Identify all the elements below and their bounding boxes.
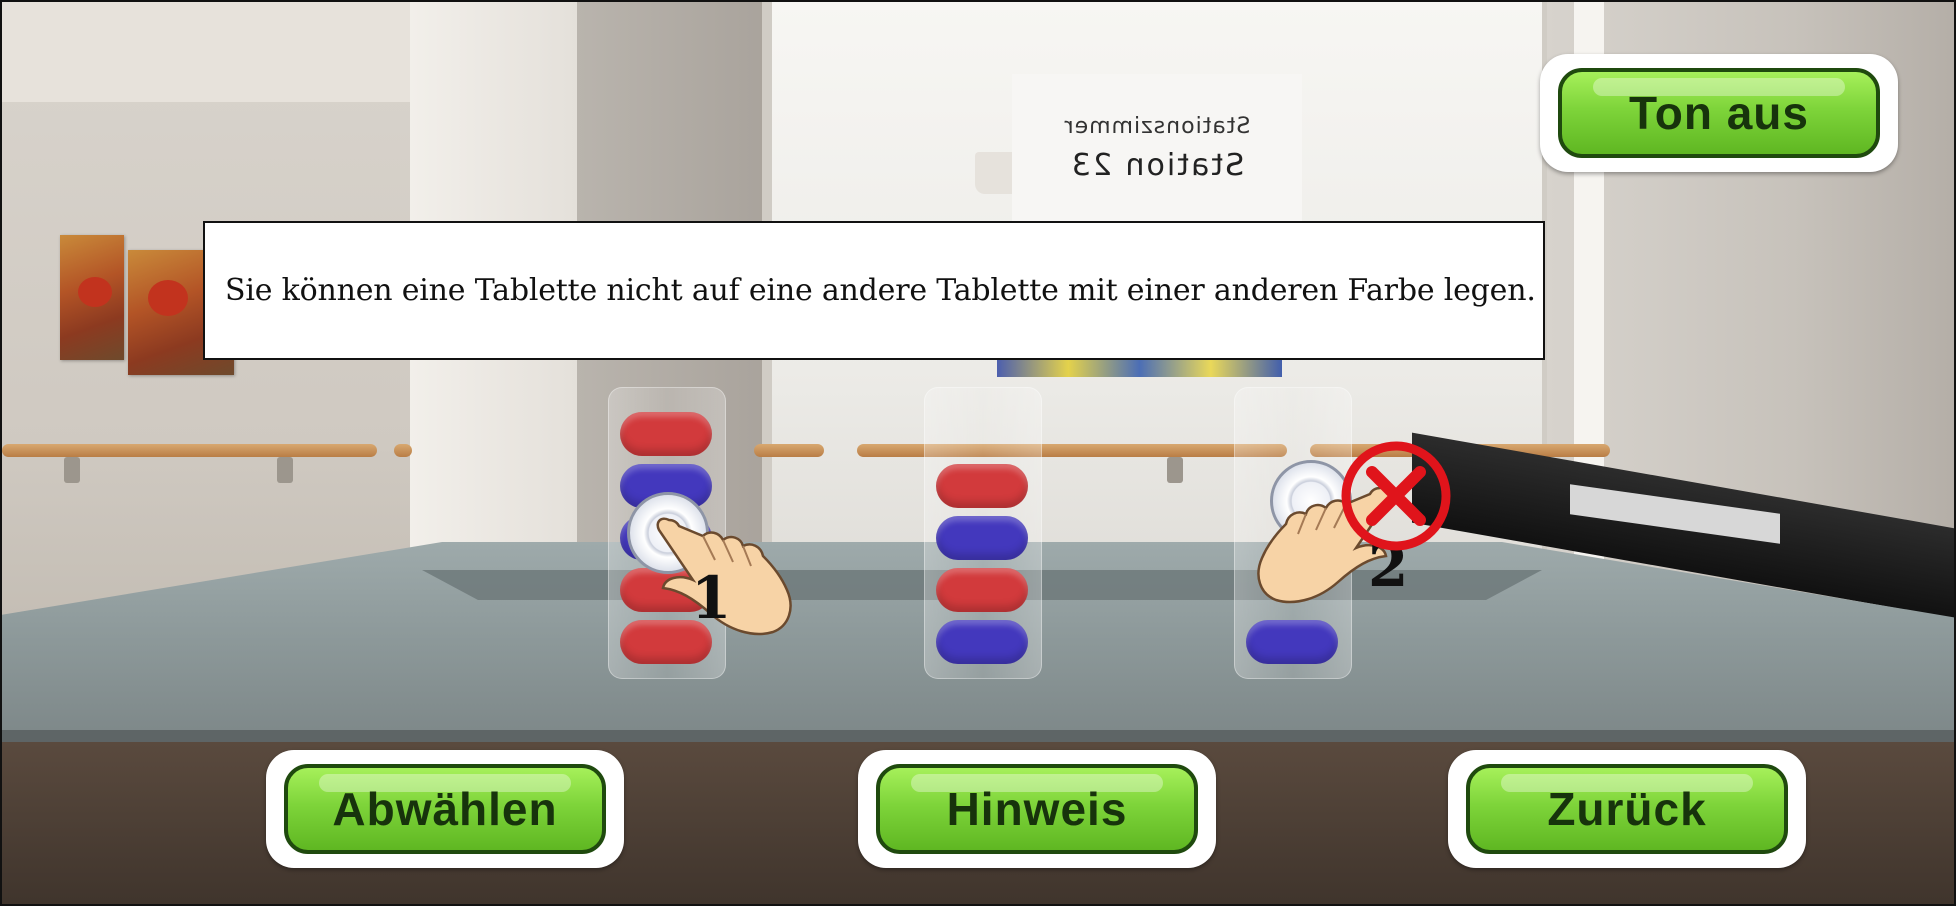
sign-station-name: Station 23 (1069, 148, 1245, 183)
handrail (394, 444, 412, 457)
rail-bracket (1167, 457, 1183, 483)
sound-button-frame: Ton aus (1540, 54, 1898, 172)
hint-label: Hinweis (946, 783, 1128, 835)
back-button[interactable]: Zurück (1466, 764, 1788, 854)
rail-bracket (277, 457, 293, 483)
pill-red (620, 412, 712, 456)
deselect-button-frame: Abwählen (266, 750, 624, 868)
handrail (857, 444, 1287, 457)
wall-band (2, 2, 412, 102)
poppy-flower (148, 280, 188, 316)
step-number: 1 (691, 564, 732, 632)
pill-blue (936, 620, 1028, 664)
station-sign: Stationszimmer Station 23 (1012, 74, 1302, 224)
pill-blue (1246, 620, 1338, 664)
colorful-painting (997, 357, 1282, 377)
message-box: Sie können eine Tablette nicht auf eine … (203, 221, 1545, 360)
deselect-label: Abwählen (332, 783, 558, 835)
deselect-button[interactable]: Abwählen (284, 764, 606, 854)
rail-bracket (64, 457, 80, 483)
wall-painting (60, 235, 124, 360)
pill-blue (936, 516, 1028, 560)
hint-button-frame: Hinweis (858, 750, 1216, 868)
back-label: Zurück (1547, 783, 1707, 835)
tube-2[interactable] (924, 387, 1042, 679)
hint-button[interactable]: Hinweis (876, 764, 1198, 854)
poppy-flower (78, 277, 112, 307)
sign-room-name: Stationszimmer (1063, 114, 1251, 139)
wall-lamp (975, 152, 1015, 194)
handrail (754, 444, 824, 457)
handrail (2, 444, 377, 457)
back-button-frame: Zurück (1448, 750, 1806, 868)
pill-red (936, 568, 1028, 612)
error-x-icon (1341, 441, 1451, 551)
game-scene: Stationszimmer Station 23 1 2 Sie können… (0, 0, 1956, 906)
sound-toggle-label: Ton aus (1629, 87, 1809, 139)
pill-red (936, 464, 1028, 508)
message-text: Sie können eine Tablette nicht auf eine … (225, 273, 1536, 308)
sound-toggle-button[interactable]: Ton aus (1558, 68, 1880, 158)
